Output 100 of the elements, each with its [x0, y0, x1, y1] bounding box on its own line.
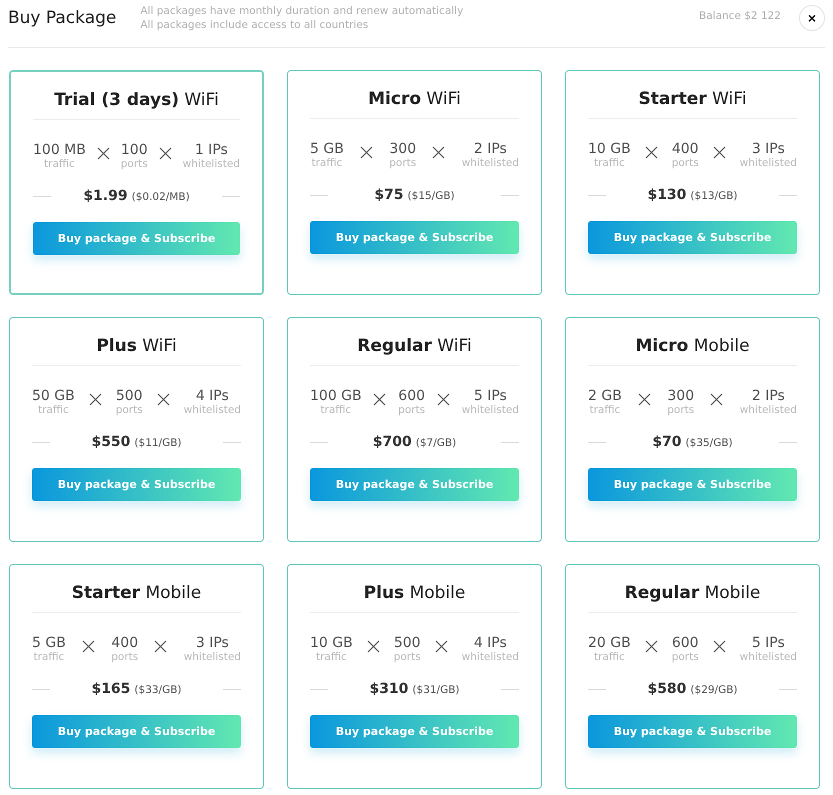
times-icon [712, 146, 726, 159]
package-title: Regular WiFi [310, 318, 519, 366]
spec-value: 3 IPs [196, 635, 229, 651]
price: $1.99 [83, 188, 128, 204]
spec-label: traffic [594, 157, 625, 169]
spec-label: traffic [320, 404, 352, 416]
unit-price: ($29/GB) [690, 684, 738, 696]
spec-value: 300 [389, 141, 416, 157]
close-button[interactable]: × [799, 5, 825, 31]
times-icon [96, 147, 110, 160]
spec-value: 100 MB [33, 142, 86, 158]
spec-label: ports [116, 404, 143, 416]
spec-label: ports [672, 651, 699, 663]
times-icon [638, 393, 652, 406]
price: $550 [91, 434, 130, 450]
package-title: Starter WiFi [588, 71, 797, 119]
spec-value: 10 GB [310, 635, 353, 651]
times-icon [366, 640, 380, 653]
spec-label: whitelisted [462, 651, 519, 663]
spec-value: 3 IPs [752, 141, 785, 157]
package-card[interactable]: Starter WiFi 10 GB traffic 400 ports 3 IPs whitelisted $130 ($13/GB) Buy package & Subscribe [565, 70, 820, 295]
spec-label: traffic [590, 404, 620, 416]
info-note: All packages have monthly duration and renew automatically [140, 4, 464, 18]
spec-label: traffic [44, 158, 75, 170]
spec-value: 500 [394, 635, 421, 651]
spec-label: ports [398, 404, 426, 416]
package-title: Plus WiFi [32, 318, 241, 366]
price: $75 [374, 187, 404, 203]
unit-price: ($15/GB) [408, 190, 455, 202]
unit-price: ($31/GB) [412, 684, 460, 696]
spec-value: 4 IPs [474, 635, 507, 651]
times-icon [712, 640, 726, 653]
spec-value: 100 GB [310, 388, 362, 404]
price: $70 [652, 434, 682, 450]
spec-label: traffic [316, 651, 347, 663]
package-title: Regular Mobile [588, 565, 797, 613]
spec-value: 600 [398, 388, 426, 404]
times-icon [436, 393, 450, 406]
package-card[interactable]: Micro WiFi 5 GB traffic 300 ports 2 IPs whitelisted $75 ($15/GB) Buy package & Subscribe [287, 70, 542, 295]
package-card[interactable]: Trial (3 days) WiFi 100 MB traffic 100 ports 1 IPs whitelisted $1.99 ($0.02/MB) Buy package & Subscribe [9, 70, 264, 295]
spec-label: traffic [594, 651, 625, 663]
package-title: Plus Mobile [310, 565, 519, 613]
times-icon [88, 393, 102, 406]
spec-label: whitelisted [740, 157, 797, 169]
package-title: Trial (3 days) WiFi [33, 72, 240, 120]
spec-label: traffic [38, 404, 69, 416]
balance-label: Balance $2 122 [699, 10, 781, 22]
package-card[interactable]: Plus WiFi 50 GB traffic 500 ports 4 IPs whitelisted $550 ($11/GB) Buy package & Subscribe [9, 317, 264, 542]
spec-value: 600 [672, 635, 699, 651]
spec-label: whitelisted [462, 404, 519, 416]
spec-label: ports [667, 404, 694, 416]
spec-value: 10 GB [588, 141, 631, 157]
spec-label: whitelisted [184, 404, 241, 416]
price: $580 [647, 681, 686, 697]
times-icon [644, 640, 658, 653]
spec-label: traffic [34, 651, 64, 663]
times-icon [644, 146, 658, 159]
spec-label: whitelisted [740, 651, 797, 663]
spec-value: 1 IPs [194, 142, 228, 158]
spec-label: ports [389, 157, 416, 169]
price: $310 [369, 681, 408, 697]
price: $165 [91, 681, 130, 697]
unit-price: ($0.02/MB) [132, 191, 190, 203]
spec-label: whitelisted [182, 158, 240, 170]
times-icon [154, 640, 168, 653]
spec-label: traffic [312, 157, 342, 169]
spec-value: 2 GB [588, 388, 622, 404]
spec-value: 5 IPs [752, 635, 785, 651]
price: $130 [647, 187, 686, 203]
package-title: Starter Mobile [32, 565, 241, 613]
spec-value: 5 GB [310, 141, 344, 157]
times-icon [434, 640, 448, 653]
spec-value: 500 [116, 388, 143, 404]
times-icon [158, 147, 172, 160]
package-title: Micro Mobile [588, 318, 797, 366]
package-card[interactable]: Regular Mobile 20 GB traffic 600 ports 5 IPs whitelisted $580 ($29/GB) Buy package & Subscribe [565, 564, 820, 789]
unit-price: ($11/GB) [134, 437, 182, 449]
spec-value: 5 GB [32, 635, 66, 651]
unit-price: ($33/GB) [134, 684, 182, 696]
spec-label: ports [111, 651, 138, 663]
unit-price: ($35/GB) [686, 437, 733, 449]
unit-price: ($7/GB) [416, 437, 456, 449]
package-card[interactable]: Micro Mobile 2 GB traffic 300 ports 2 IPs whitelisted $70 ($35/GB) Buy package & Subscribe [565, 317, 820, 542]
price: $700 [372, 434, 412, 450]
package-title: Micro WiFi [310, 71, 519, 119]
dialog-title: Buy Package [8, 8, 116, 28]
spec-value: 20 GB [588, 635, 631, 651]
spec-value: 4 IPs [196, 388, 229, 404]
spec-value: 2 IPs [752, 388, 785, 404]
times-icon [373, 393, 386, 406]
package-card[interactable]: Starter Mobile 5 GB traffic 400 ports 3 IPs whitelisted $165 ($33/GB) Buy package & Subscribe [9, 564, 264, 789]
spec-label: ports [394, 651, 421, 663]
times-icon [710, 393, 724, 406]
times-icon [360, 146, 374, 159]
package-card[interactable]: Plus Mobile 10 GB traffic 500 ports 4 IPs whitelisted $310 ($31/GB) Buy package & Subscribe [287, 564, 542, 789]
spec-label: whitelisted [184, 651, 241, 663]
info-note: All packages include access to all countries [140, 18, 370, 32]
package-card[interactable]: Regular WiFi 100 GB traffic 600 ports 5 IPs whitelisted $700 ($7/GB) Buy package & Subscribe [287, 317, 542, 542]
spec-value: 100 [120, 142, 148, 158]
spec-value: 2 IPs [474, 141, 507, 157]
